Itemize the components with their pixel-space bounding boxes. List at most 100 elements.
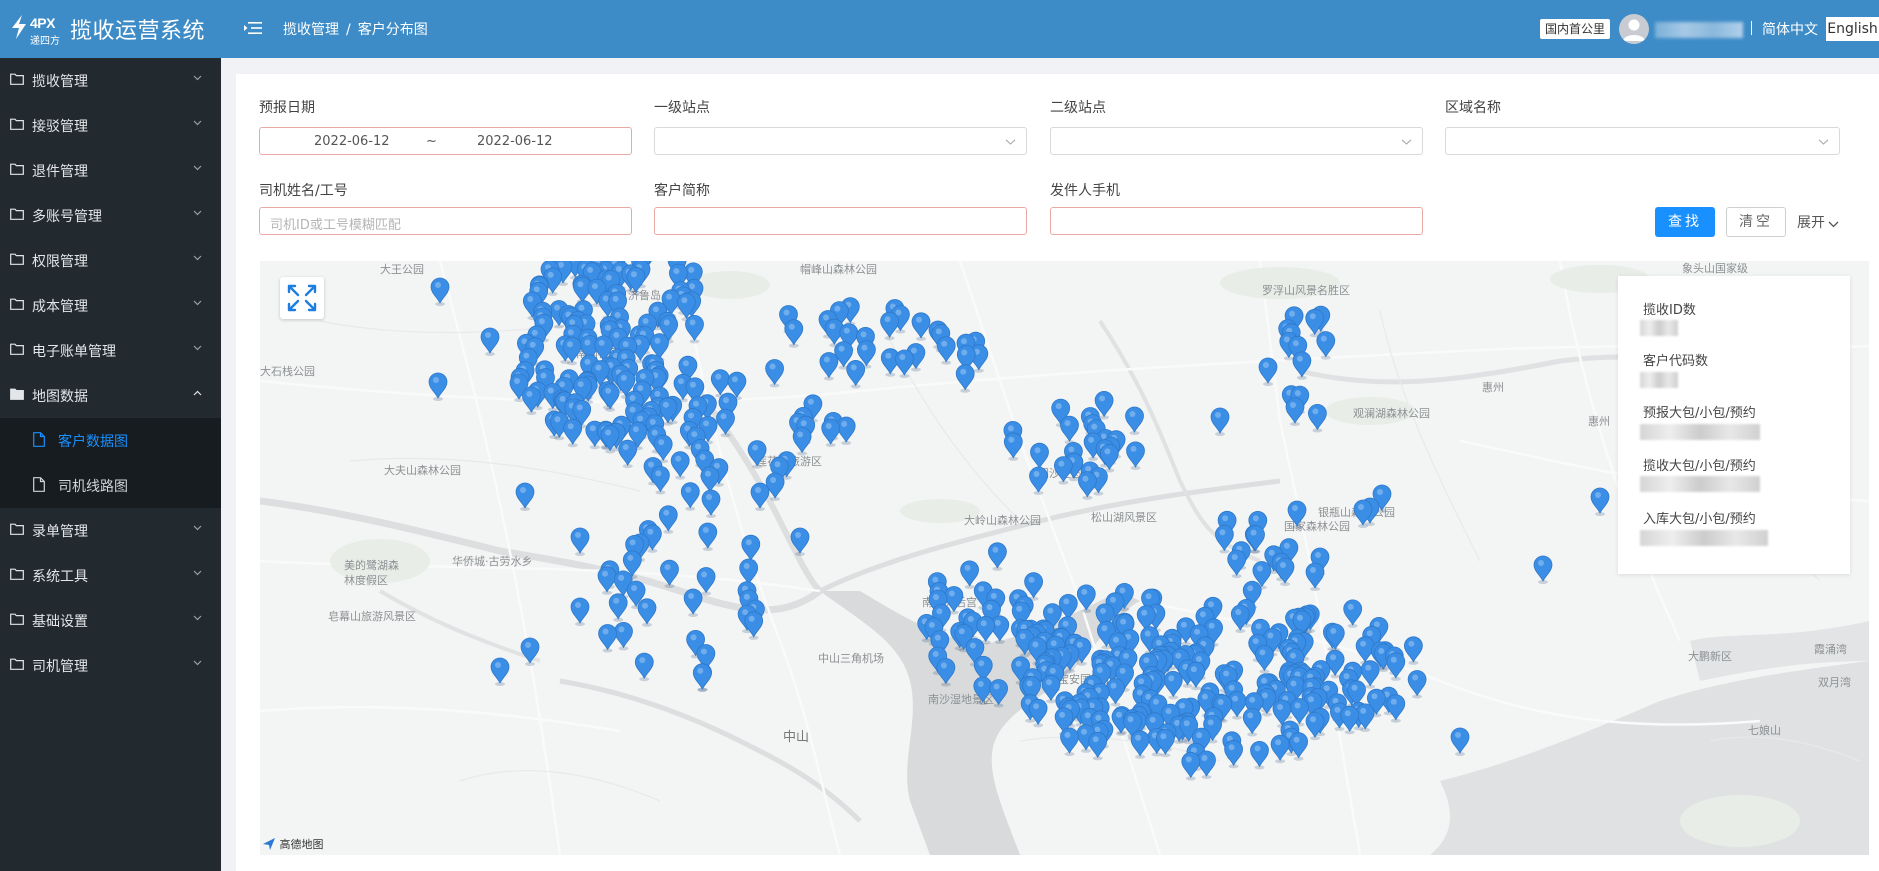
customer-marker[interactable]	[520, 637, 540, 666]
sender-phone-input[interactable]	[1050, 207, 1423, 235]
customer-marker[interactable]	[1533, 555, 1553, 584]
customer-marker[interactable]	[1316, 331, 1336, 360]
customer-marker[interactable]	[765, 359, 784, 388]
customer-marker[interactable]	[1289, 732, 1308, 761]
customer-marker[interactable]	[1407, 670, 1427, 699]
sidebar-item-driver-management[interactable]: 司机管理	[0, 643, 221, 688]
search-button[interactable]: 查找	[1655, 207, 1715, 237]
sidebar-item-order-entry[interactable]: 录单管理	[0, 508, 221, 553]
sidebar-subitem-driver-routes[interactable]: 司机线路图	[0, 463, 221, 508]
customer-marker[interactable]	[1255, 645, 1274, 674]
customer-marker[interactable]	[670, 451, 690, 480]
customer-marker[interactable]	[846, 360, 866, 389]
customer-marker[interactable]	[696, 567, 716, 596]
customer-marker[interactable]	[1163, 671, 1183, 700]
customer-marker[interactable]	[685, 315, 704, 344]
customer-marker[interactable]	[1078, 471, 1097, 500]
customer-marker[interactable]	[955, 364, 975, 393]
customer-marker[interactable]	[1292, 351, 1312, 380]
customer-marker[interactable]	[1450, 727, 1470, 756]
customer-marker[interactable]	[634, 652, 654, 682]
customer-marker[interactable]	[614, 622, 633, 651]
customer-marker[interactable]	[637, 598, 657, 627]
customer-marker[interactable]	[598, 624, 618, 653]
date-start[interactable]: 2022-06-12	[314, 134, 390, 149]
sidebar-item-multi-account[interactable]: 多账号管理	[0, 193, 221, 238]
customer-marker[interactable]	[1230, 604, 1250, 633]
customer-marker[interactable]	[597, 566, 617, 595]
customer-marker[interactable]	[570, 527, 590, 556]
customer-marker[interactable]	[1126, 441, 1145, 470]
region-name-select[interactable]	[1445, 127, 1840, 155]
customer-marker[interactable]	[1210, 407, 1230, 436]
customer-marker[interactable]	[880, 311, 899, 341]
lang-chinese-option[interactable]: 简体中文	[1762, 19, 1818, 39]
customer-marker[interactable]	[1130, 730, 1150, 759]
customer-marker[interactable]	[895, 349, 914, 378]
sidebar-item-cost-management[interactable]: 成本管理	[0, 283, 221, 328]
customer-input[interactable]	[654, 207, 1027, 235]
customer-marker[interactable]	[790, 527, 810, 556]
customer-marker[interactable]	[1197, 750, 1216, 779]
expand-toggle[interactable]: 展开	[1797, 212, 1839, 232]
customer-marker[interactable]	[750, 482, 770, 511]
customer-marker[interactable]	[660, 559, 679, 589]
customer-marker[interactable]	[1590, 487, 1610, 516]
customer-marker[interactable]	[701, 489, 721, 518]
customer-marker[interactable]	[744, 611, 764, 640]
sidebar-item-permissions[interactable]: 权限管理	[0, 238, 221, 283]
driver-input[interactable]: 司机ID或工号模糊匹配	[259, 207, 632, 235]
region-switch-button[interactable]: 国内首公里	[1540, 19, 1610, 39]
customer-marker[interactable]	[1003, 432, 1023, 461]
customer-marker[interactable]	[1088, 731, 1108, 761]
customer-marker[interactable]	[1060, 415, 1079, 445]
customer-marker[interactable]	[692, 663, 712, 692]
customer-marker[interactable]	[650, 466, 670, 495]
customer-marker[interactable]	[1224, 739, 1243, 769]
customer-marker[interactable]	[608, 593, 628, 622]
customer-marker[interactable]	[1076, 584, 1096, 613]
customer-marker[interactable]	[1100, 444, 1119, 473]
customer-marker[interactable]	[698, 522, 718, 551]
station2-select[interactable]	[1050, 127, 1423, 155]
customer-marker[interactable]	[1285, 397, 1305, 426]
customer-marker[interactable]	[1386, 652, 1406, 681]
customer-marker[interactable]	[430, 277, 450, 306]
customer-marker[interactable]	[683, 588, 703, 617]
customer-marker[interactable]	[1242, 708, 1262, 737]
customer-marker[interactable]	[1028, 698, 1048, 728]
customer-marker[interactable]	[765, 472, 785, 501]
forecast-date-range[interactable]: 2022-06-12 ~ 2022-06-12	[259, 127, 632, 155]
customer-marker[interactable]	[819, 352, 839, 381]
customer-marker[interactable]	[1305, 562, 1325, 591]
customer-marker[interactable]	[1270, 734, 1290, 764]
customer-marker[interactable]	[1275, 557, 1295, 586]
customer-marker[interactable]	[716, 408, 735, 438]
sidebar-item-map-data[interactable]: 地图数据	[0, 373, 221, 418]
customer-marker[interactable]	[973, 676, 993, 705]
customer-marker[interactable]	[747, 440, 767, 469]
customer-marker[interactable]	[936, 336, 956, 365]
customer-marker[interactable]	[428, 372, 448, 401]
sidebar-item-pickup-management[interactable]: 揽收管理	[0, 58, 221, 103]
customer-marker[interactable]	[1227, 549, 1247, 579]
customer-marker[interactable]	[563, 418, 583, 448]
customer-marker[interactable]	[1181, 752, 1201, 781]
customer-marker[interactable]	[911, 312, 931, 341]
customer-marker[interactable]	[1054, 456, 1073, 485]
avatar[interactable]	[1619, 14, 1649, 44]
customer-marker[interactable]	[618, 439, 638, 469]
customer-marker[interactable]	[784, 319, 804, 348]
customer-marker[interactable]	[1386, 694, 1406, 723]
customer-marker[interactable]	[1215, 525, 1234, 554]
customer-marker[interactable]	[480, 327, 500, 356]
customer-marker[interactable]	[792, 427, 812, 456]
customer-marker[interactable]	[1060, 727, 1079, 756]
customer-marker[interactable]	[490, 657, 510, 686]
sidebar-item-system-tools[interactable]: 系统工具	[0, 553, 221, 598]
customer-marker[interactable]	[515, 482, 535, 511]
sidebar-subitem-customer-map[interactable]: 客户数据图	[0, 418, 221, 463]
customer-marker[interactable]	[960, 560, 979, 589]
customer-marker[interactable]	[570, 597, 590, 626]
station1-select[interactable]	[654, 127, 1027, 155]
